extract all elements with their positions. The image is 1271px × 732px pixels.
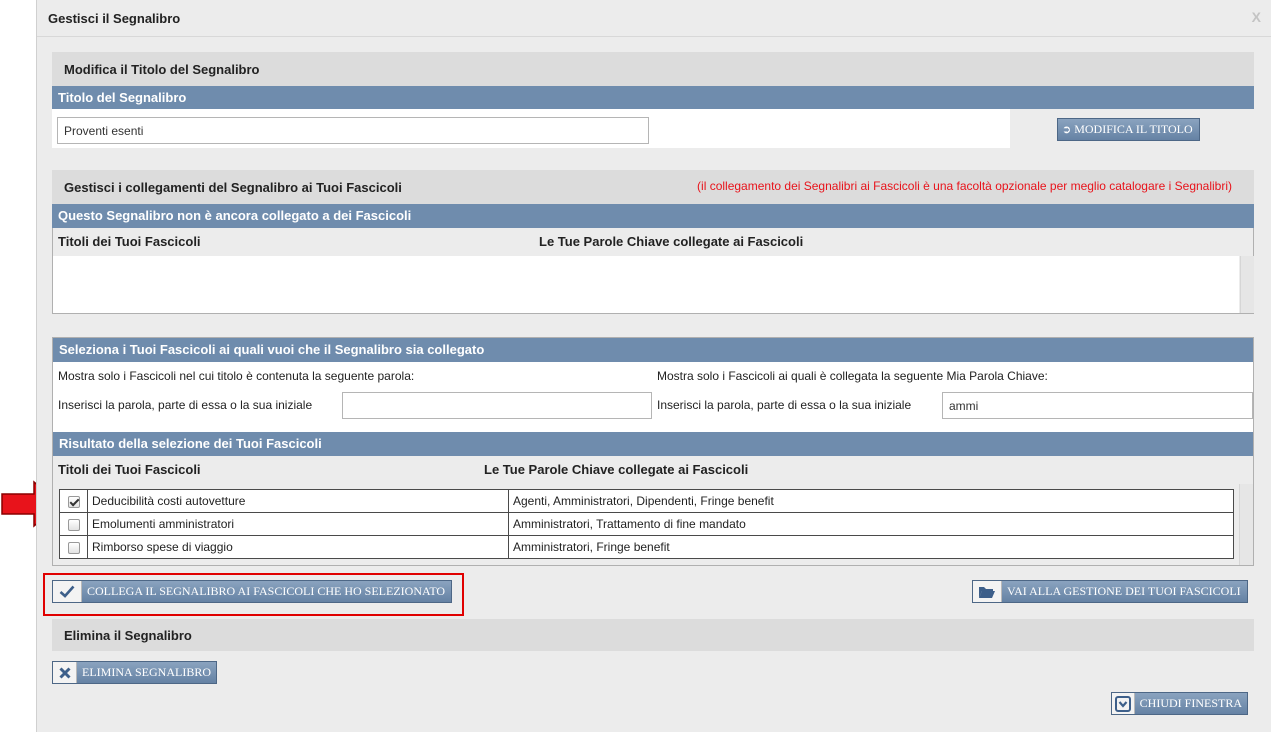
table-row[interactable]: Emolumenti amministratori Amministratori,… <box>59 512 1234 536</box>
dialog-title: Gestisci il Segnalibro <box>48 11 181 26</box>
bookmark-title-input[interactable] <box>57 117 649 144</box>
row-checkbox[interactable] <box>67 541 80 554</box>
results-table: Deducibilità costi autovetture Agenti, Am… <box>59 489 1234 559</box>
row-keywords: Amministratori, Trattamento di fine mand… <box>508 512 1234 536</box>
title-filter-label: Inserisci la parola, parte di essa o la … <box>58 398 313 412</box>
delete-section-heading: Elimina il Segnalibro <box>52 619 1254 651</box>
dialog-header: Gestisci il Segnalibro X <box>37 0 1271 37</box>
linked-folders-panel: Titoli dei Tuoi Fascicoli Le Tue Parole … <box>52 228 1254 314</box>
close-icon[interactable]: X <box>1252 9 1261 25</box>
row-checkbox-cell <box>59 489 88 513</box>
linked-col-titles: Titoli dei Tuoi Fascicoli <box>58 234 201 249</box>
row-checkbox[interactable] <box>67 518 80 531</box>
manage-folders-button[interactable]: VAI ALLA GESTIONE DEI TUOI FASCICOLI <box>972 580 1248 603</box>
title-bar: Titolo del Segnalibro <box>52 86 1254 109</box>
linked-col-keywords: Le Tue Parole Chiave collegate ai Fascic… <box>539 234 804 249</box>
close-x-icon <box>53 662 77 683</box>
row-keywords: Amministratori, Fringe benefit <box>508 535 1234 559</box>
row-checkbox[interactable] <box>67 495 80 508</box>
table-row[interactable]: Deducibilità costi autovetture Agenti, Am… <box>59 489 1234 513</box>
row-title: Emolumenti amministratori <box>87 512 509 536</box>
check-icon <box>53 581 82 602</box>
links-note: (il collegamento dei Segnalibri ai Fasci… <box>697 179 1232 193</box>
linked-list-scrollbar[interactable] <box>1240 256 1254 313</box>
chevron-down-box-icon <box>1112 693 1135 714</box>
links-section-heading: Gestisci i collegamenti del Segnalibro a… <box>52 170 1254 204</box>
results-col-keywords: Le Tue Parole Chiave collegate ai Fascic… <box>484 462 749 477</box>
row-checkbox-cell <box>59 535 88 559</box>
delete-heading: Elimina il Segnalibro <box>64 628 192 643</box>
bookmark-dialog: Gestisci il Segnalibro X Modifica il Tit… <box>36 0 1271 732</box>
select-bar: Seleziona i Tuoi Fascicoli ai quali vuoi… <box>53 338 1253 362</box>
edit-title-heading: Modifica il Titolo del Segnalibro <box>64 62 260 77</box>
close-window-button[interactable]: CHIUDI FINESTRA <box>1111 692 1248 715</box>
results-bar: Risultato della selezione dei Tuoi Fasci… <box>53 432 1253 456</box>
edit-icon: ➲ <box>1062 123 1072 136</box>
folder-open-icon <box>973 581 1002 602</box>
row-checkbox-cell <box>59 512 88 536</box>
link-folders-button[interactable]: COLLEGA IL SEGNALIBRO AI FASCICOLI CHE H… <box>52 580 452 603</box>
row-title: Rimborso spese di viaggio <box>87 535 509 559</box>
links-heading: Gestisci i collegamenti del Segnalibro a… <box>64 180 402 195</box>
linked-folders-list <box>53 256 1239 313</box>
filter-title-description: Mostra solo i Fascicoli nel cui titolo è… <box>58 369 415 383</box>
keyword-filter-input[interactable] <box>942 392 1253 419</box>
not-linked-bar: Questo Segnalibro non è ancora collegato… <box>52 204 1254 228</box>
modify-title-button[interactable]: ➲ MODIFICA IL TITOLO <box>1057 118 1200 141</box>
results-col-titles: Titoli dei Tuoi Fascicoli <box>58 462 201 477</box>
row-title: Deducibilità costi autovetture <box>87 489 509 513</box>
row-keywords: Agenti, Amministratori, Dipendenti, Frin… <box>508 489 1234 513</box>
delete-bookmark-button[interactable]: ELIMINA SEGNALIBRO <box>52 661 217 684</box>
table-row[interactable]: Rimborso spese di viaggio Amministratori,… <box>59 535 1234 559</box>
results-scrollbar[interactable] <box>1239 484 1253 565</box>
filter-keyword-description: Mostra solo i Fascicoli ai quali è colle… <box>657 369 1048 383</box>
edit-title-section-heading: Modifica il Titolo del Segnalibro <box>52 52 1254 86</box>
title-filter-input[interactable] <box>342 392 652 419</box>
keyword-filter-label: Inserisci la parola, parte di essa o la … <box>657 398 912 412</box>
